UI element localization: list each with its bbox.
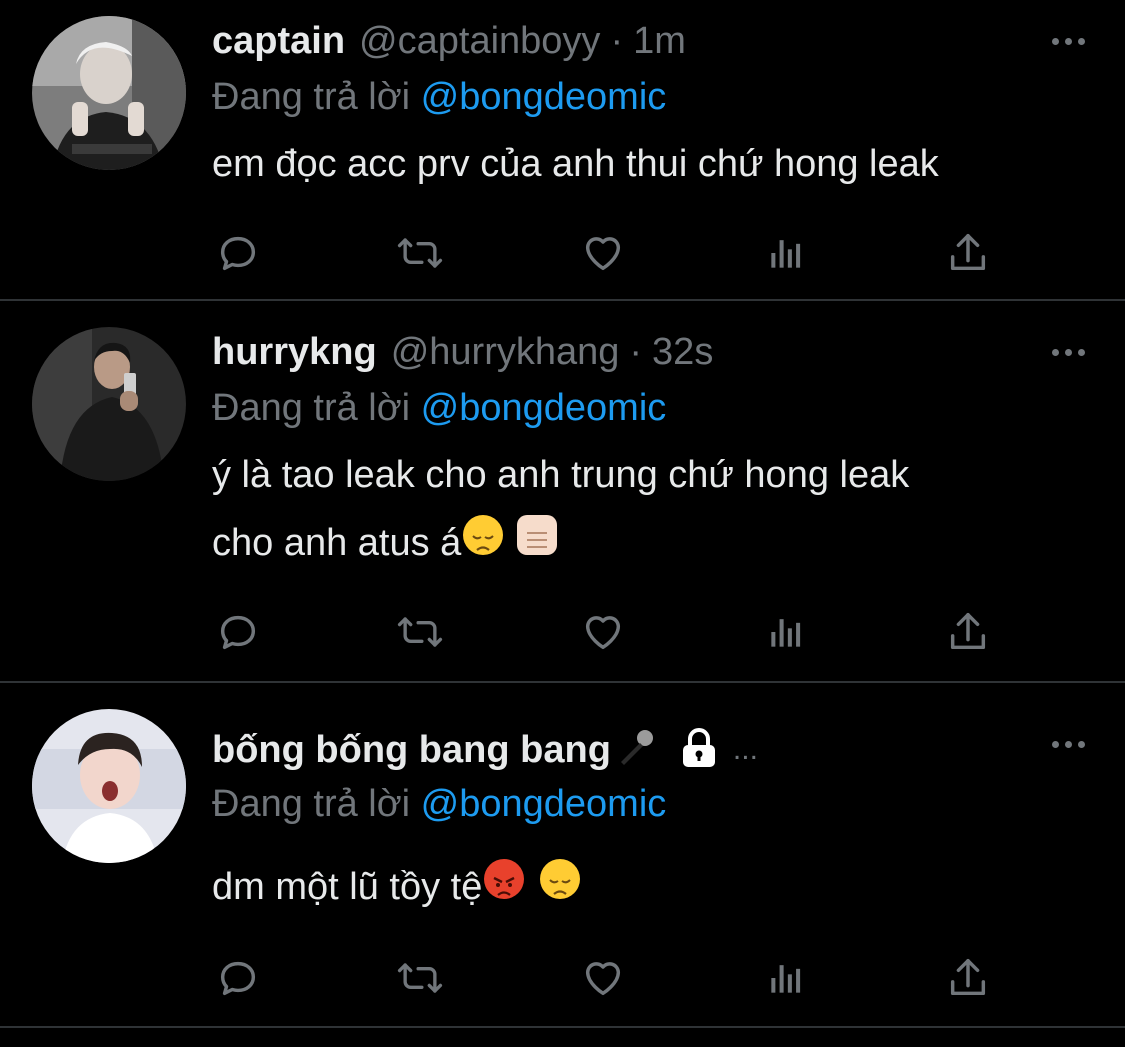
- retweet-icon[interactable]: [394, 607, 446, 657]
- user-name[interactable]: bống bống bang bang: [212, 729, 611, 772]
- reply-icon[interactable]: [212, 607, 264, 657]
- microphone-emoji: [613, 726, 657, 775]
- reply-prefix: Đang trả lời: [212, 783, 411, 825]
- reply-context: Đang trả lời @bongdeomic: [212, 76, 666, 119]
- action-bar: [212, 228, 1002, 278]
- avatar[interactable]: [32, 16, 186, 170]
- reply-prefix: Đang trả lời: [212, 387, 411, 429]
- tweet-text-line: dm một lũ tồy tệ: [212, 866, 483, 908]
- retweet-icon[interactable]: [394, 228, 446, 278]
- more-options-icon[interactable]: [1052, 38, 1085, 45]
- disappointed-face-emoji: [540, 859, 581, 899]
- share-icon[interactable]: [942, 953, 994, 1003]
- avatar[interactable]: [32, 327, 186, 481]
- separator: ·: [610, 20, 624, 62]
- tweet-3[interactable]: bống bống bang bang ... Đang trả lời @bo…: [0, 683, 1125, 1023]
- like-icon[interactable]: [577, 953, 629, 1003]
- views-icon[interactable]: [760, 607, 812, 657]
- avatar[interactable]: [32, 709, 186, 863]
- disappointed-face-emoji: [463, 515, 504, 555]
- reply-icon[interactable]: [212, 228, 264, 278]
- tweet-2[interactable]: hurrykng @hurrykhang · 32s Đang trả lời …: [0, 301, 1125, 681]
- reply-mention-link[interactable]: @bongdeomic: [421, 76, 667, 118]
- oncoming-fist-emoji: [517, 515, 558, 555]
- separator: ·: [629, 331, 643, 373]
- retweet-icon[interactable]: [394, 953, 446, 1003]
- like-icon[interactable]: [577, 228, 629, 278]
- reply-context: Đang trả lời @bongdeomic: [212, 783, 666, 826]
- user-handle[interactable]: @hurrykhang: [391, 331, 620, 374]
- reply-mention-link[interactable]: @bongdeomic: [421, 783, 667, 825]
- like-icon[interactable]: [577, 607, 629, 657]
- user-name[interactable]: hurrykng: [212, 331, 377, 374]
- timestamp[interactable]: 32s: [652, 331, 713, 374]
- tweet-text: em đọc acc prv của anh thui chứ hong lea…: [212, 130, 1092, 198]
- views-icon[interactable]: [760, 953, 812, 1003]
- name-truncation: ...: [732, 733, 758, 766]
- tweet-1[interactable]: captain @captainboyy · 1m Đang trả lời @…: [0, 0, 1125, 300]
- share-icon[interactable]: [942, 228, 994, 278]
- reply-context: Đang trả lời @bongdeomic: [212, 387, 666, 430]
- views-icon[interactable]: [760, 228, 812, 278]
- more-options-icon[interactable]: [1052, 349, 1085, 356]
- tweet-text-line: em đọc acc prv của anh thui chứ hong lea…: [212, 143, 939, 185]
- action-bar: [212, 953, 1002, 1003]
- tweet-text: ý là tao leak cho anh trung chứ hong lea…: [212, 441, 1092, 577]
- lock-icon: [679, 727, 719, 774]
- user-name[interactable]: captain: [212, 20, 345, 63]
- share-icon[interactable]: [942, 607, 994, 657]
- angry-face-emoji: [484, 859, 525, 899]
- action-bar: [212, 607, 1002, 657]
- user-handle[interactable]: @captainboyy: [359, 20, 600, 63]
- tweet-text-line-2: cho anh atus á: [212, 509, 1092, 577]
- more-options-icon[interactable]: [1052, 741, 1085, 748]
- tweet-text: dm một lũ tồy tệ: [212, 853, 1092, 921]
- reply-icon[interactable]: [212, 953, 264, 1003]
- timestamp[interactable]: 1m: [633, 20, 686, 63]
- reply-prefix: Đang trả lời: [212, 76, 411, 118]
- tweet-text-line: ý là tao leak cho anh trung chứ hong lea…: [212, 454, 910, 496]
- divider: [0, 1026, 1125, 1028]
- reply-mention-link[interactable]: @bongdeomic: [421, 387, 667, 429]
